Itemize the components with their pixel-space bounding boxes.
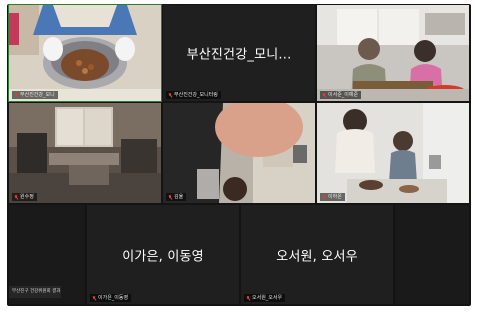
participant-name-tag: 이하온 bbox=[320, 193, 345, 201]
mic-muted-icon bbox=[14, 92, 18, 98]
participant-name-tag: 부산진건강_모니터링 bbox=[166, 91, 221, 99]
participant-tile[interactable]: 이하온 bbox=[317, 103, 469, 203]
participant-name-tag: 부산진건강_모니 bbox=[12, 91, 58, 99]
participant-display-name: 오서원, 오서우 bbox=[276, 249, 358, 264]
participant-name-tag: 원수정 bbox=[12, 193, 37, 201]
participant-name-tag: 이가은_이동영 bbox=[90, 294, 132, 302]
participant-video bbox=[317, 5, 469, 101]
mic-muted-icon bbox=[92, 295, 96, 301]
participant-tile[interactable]: 부산진건강_모니... 부산진건강_모니터링 bbox=[163, 5, 315, 101]
participant-tile[interactable]: 원수정 bbox=[9, 103, 161, 203]
participant-display-name: 부산진건강_모니... bbox=[186, 47, 292, 63]
participant-tile[interactable] bbox=[395, 205, 469, 304]
participant-tile[interactable]: 부산진건강_모니 bbox=[8, 4, 162, 102]
meeting-info-badge: 부산진구 건강위원회 결과 bbox=[9, 286, 61, 298]
participant-video bbox=[163, 103, 315, 203]
participant-video bbox=[9, 103, 161, 203]
participant-tile[interactable]: 이가은, 이동영 이가은_이동영 bbox=[87, 205, 239, 304]
participant-name-tag: 김율 bbox=[166, 193, 187, 201]
participant-tile[interactable]: 이서준_이예준 bbox=[317, 5, 469, 101]
participant-name-tag: 오서원_오서우 bbox=[244, 294, 286, 302]
participant-display-name: 이가은, 이동영 bbox=[122, 249, 204, 264]
participant-video bbox=[9, 5, 161, 101]
participant-video bbox=[317, 103, 469, 203]
mic-muted-icon bbox=[246, 295, 250, 301]
mic-muted-icon bbox=[322, 194, 326, 200]
mic-muted-icon bbox=[322, 92, 326, 98]
participant-tile[interactable]: 김율 bbox=[163, 103, 315, 203]
mic-muted-icon bbox=[14, 194, 18, 200]
mic-muted-icon bbox=[168, 92, 172, 98]
video-gallery: 부산진건강_모니 부산진건강_모니... 부산진건강_모니터링 이서준_이예준 bbox=[7, 4, 471, 306]
participant-tile[interactable]: 오서원, 오서우 오서원_오서우 bbox=[241, 205, 393, 304]
mic-muted-icon bbox=[168, 194, 172, 200]
participant-name-tag: 이서준_이예준 bbox=[320, 91, 362, 99]
